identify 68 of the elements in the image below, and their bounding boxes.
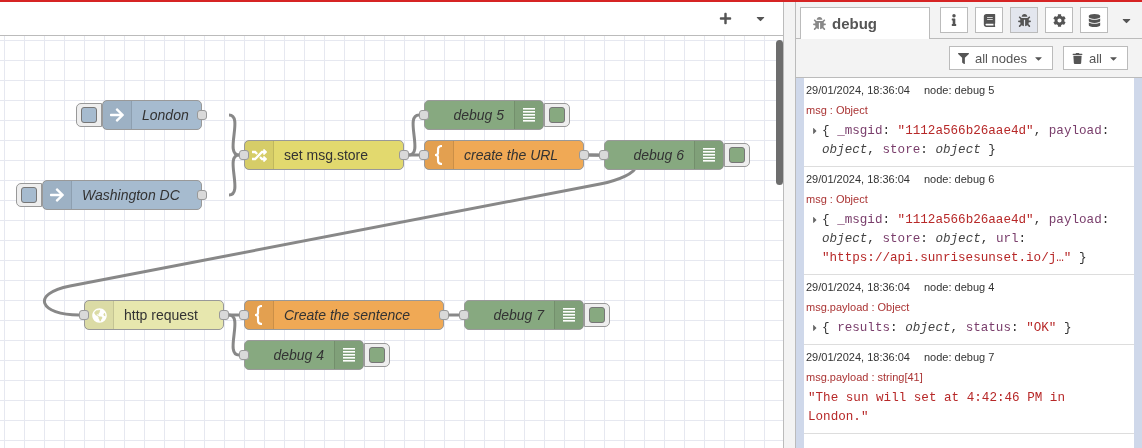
scrollbar[interactable]: [776, 40, 783, 185]
list-icon: [703, 147, 715, 163]
clear-dropdown[interactable]: all: [1063, 46, 1128, 70]
message-time: 29/01/2024, 18:36:04: [806, 173, 910, 185]
flow-node[interactable]: create the URL: [424, 140, 584, 170]
filter-icon: [957, 52, 969, 64]
output-port[interactable]: [399, 150, 409, 160]
arrow-icon: [109, 107, 125, 123]
flow-node[interactable]: debug 6: [604, 140, 724, 170]
brace-icon: [434, 145, 444, 165]
message-time: 29/01/2024, 18:36:04: [806, 84, 910, 96]
sidebar-tool-button[interactable]: [1045, 7, 1073, 33]
filter-dropdown[interactable]: all nodes: [948, 46, 1053, 70]
flow-node[interactable]: London: [102, 100, 202, 130]
shuffle-icon: [251, 147, 267, 163]
message-value: "The sun will set at 4:42:46 PM in London.": [808, 390, 1066, 426]
message-node[interactable]: node: debug 7: [924, 351, 995, 363]
message-node[interactable]: node: debug 6: [924, 173, 995, 185]
message-topic: msg : Object: [806, 104, 869, 116]
output-port[interactable]: [439, 310, 449, 320]
flow-node[interactable]: set msg.store: [244, 140, 404, 170]
list-icon: [563, 307, 575, 323]
bug-icon: [1017, 13, 1031, 27]
settings-icon: [1052, 13, 1066, 27]
brace-icon: [254, 305, 264, 325]
message-time: 29/01/2024, 18:36:04: [806, 281, 910, 293]
add-tab-button[interactable]: [717, 10, 734, 27]
debug-toggle-button[interactable]: [364, 343, 390, 367]
debug-toggle-button[interactable]: [544, 103, 570, 127]
bug-icon: [813, 17, 826, 30]
message-value: { results: object, status: "OK" }: [822, 320, 1072, 337]
flow-node[interactable]: http request: [84, 300, 224, 330]
message-value: { _msgid: "1112a566b26aae4d", payload: object, store: object, url: "https://api.sunrisesunset.io/j…" }: [822, 212, 1111, 267]
inject-button[interactable]: [76, 103, 102, 127]
arrow-icon: [49, 187, 65, 203]
inject-button[interactable]: [16, 183, 42, 207]
flow-node[interactable]: debug 7: [464, 300, 584, 330]
message-topic: msg.payload : string[41]: [806, 371, 924, 383]
output-port[interactable]: [219, 310, 229, 320]
globe-icon: [91, 307, 107, 323]
debug-toggle-button[interactable]: [584, 303, 610, 327]
flow-node[interactable]: debug 5: [424, 100, 544, 130]
output-port[interactable]: [197, 190, 207, 200]
output-port[interactable]: [197, 110, 207, 120]
message-node[interactable]: node: debug 4: [924, 281, 995, 293]
debug-toggle-button[interactable]: [724, 143, 750, 167]
message-topic: msg : Object: [806, 193, 869, 205]
message-time: 29/01/2024, 18:36:04: [806, 351, 910, 363]
flow-node[interactable]: Washington DC: [42, 180, 202, 210]
message-node[interactable]: node: debug 5: [924, 84, 995, 96]
scrollbar-track[interactable]: [1134, 78, 1142, 448]
sidebar-tool-button[interactable]: [1080, 7, 1108, 33]
message-value: { _msgid: "1112a566b26aae4d", payload: object, store: object }: [822, 123, 1111, 159]
flow-canvas[interactable]: London Washington DC set msg.store debug 5 create the URL debug 6 http request Create the sentence debug 7 debug 4: [0, 36, 783, 448]
book-icon: [982, 13, 996, 27]
trash-icon: [1072, 52, 1083, 64]
sidebar-tool-button[interactable]: [975, 7, 1003, 33]
add-icon: [719, 12, 732, 25]
message-topic: msg.payload : Object: [806, 301, 911, 313]
flow-node[interactable]: Create the sentence: [244, 300, 444, 330]
sidebar-tool-button[interactable]: [940, 7, 968, 33]
flow-node[interactable]: debug 4: [244, 340, 364, 370]
output-port[interactable]: [579, 150, 589, 160]
debug-tab[interactable]: debug: [800, 7, 930, 39]
list-icon: [343, 347, 355, 363]
list-icon: [523, 107, 535, 123]
sidebar-tool-button[interactable]: [1010, 7, 1038, 33]
database-icon: [1087, 13, 1101, 27]
